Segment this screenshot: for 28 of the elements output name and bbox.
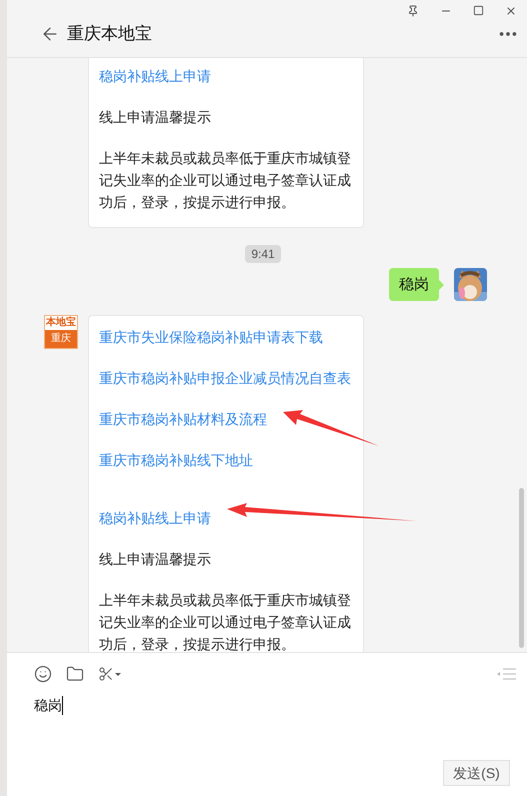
- bubble-tail: [439, 280, 444, 290]
- link[interactable]: 重庆市稳岗补贴材料及流程: [99, 408, 267, 430]
- input-text: 稳岗: [34, 696, 62, 715]
- link[interactable]: 重庆市稳岗补贴线下地址: [99, 449, 253, 471]
- link[interactable]: 重庆市失业保险稳岗补贴申请表下载: [99, 326, 323, 348]
- arrow-icon: [283, 410, 379, 448]
- logo-avatar[interactable]: 本地宝 重庆: [44, 315, 78, 349]
- message-input[interactable]: 稳岗: [7, 695, 527, 716]
- emoji-icon[interactable]: [34, 665, 52, 683]
- arrow-icon: [227, 503, 417, 523]
- message-bubble: 稳岗: [389, 268, 439, 301]
- message-text: 上半年未裁员或裁员率低于重庆市城镇登记失业率的企业可以通过电子签章认证成功后，登录，按提示进行申报。: [99, 149, 352, 212]
- pin-icon[interactable]: [407, 5, 419, 17]
- message-text: 线上申请温馨提示: [99, 550, 211, 569]
- scissors-icon[interactable]: [98, 666, 121, 682]
- logo-text: 本地宝: [45, 316, 77, 330]
- window-title: 重庆本地宝: [67, 23, 152, 45]
- timestamp: 9:41: [245, 245, 281, 263]
- message-text: 线上申请温馨提示: [99, 108, 211, 127]
- logo-text: 重庆: [45, 330, 77, 348]
- folder-icon[interactable]: [66, 665, 84, 683]
- link[interactable]: 稳岗补贴线上申请: [99, 507, 211, 529]
- close-icon[interactable]: [505, 5, 517, 17]
- link[interactable]: 重庆市稳岗补贴申报企业减员情况自查表: [99, 367, 351, 389]
- link[interactable]: 稳岗补贴线上申请: [99, 65, 211, 87]
- send-button[interactable]: 发送(S): [443, 760, 510, 786]
- message-text: 上半年未裁员或裁员率低于重庆市城镇登记失业率的企业可以通过电子签章认证成功后，登录，按提示进行申报。: [99, 591, 352, 652]
- maximize-icon[interactable]: [473, 5, 484, 16]
